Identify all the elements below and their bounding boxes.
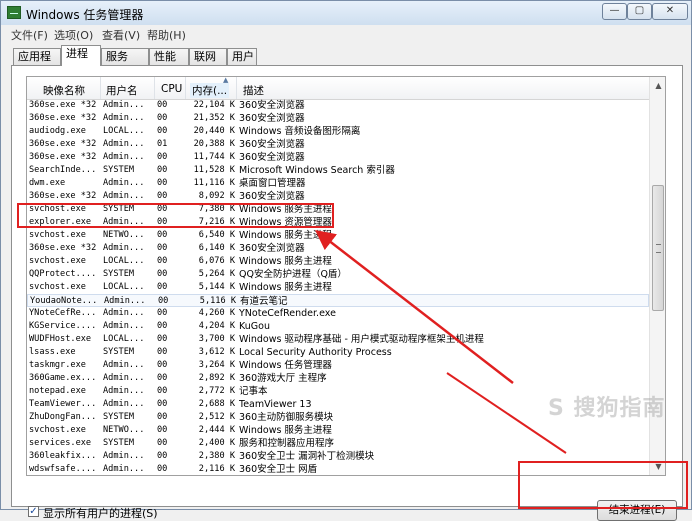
watermark: S 搜狗指南 <box>548 396 666 421</box>
task-manager-window: Windows 任务管理器 — ▢ ✕ 文件(F) 选项(O) 查看(V) 帮助… <box>0 0 692 521</box>
tab-processes[interactable]: 进程 <box>61 45 101 66</box>
arrow-to-explorer <box>315 229 514 384</box>
annotation-arrows <box>315 229 567 454</box>
